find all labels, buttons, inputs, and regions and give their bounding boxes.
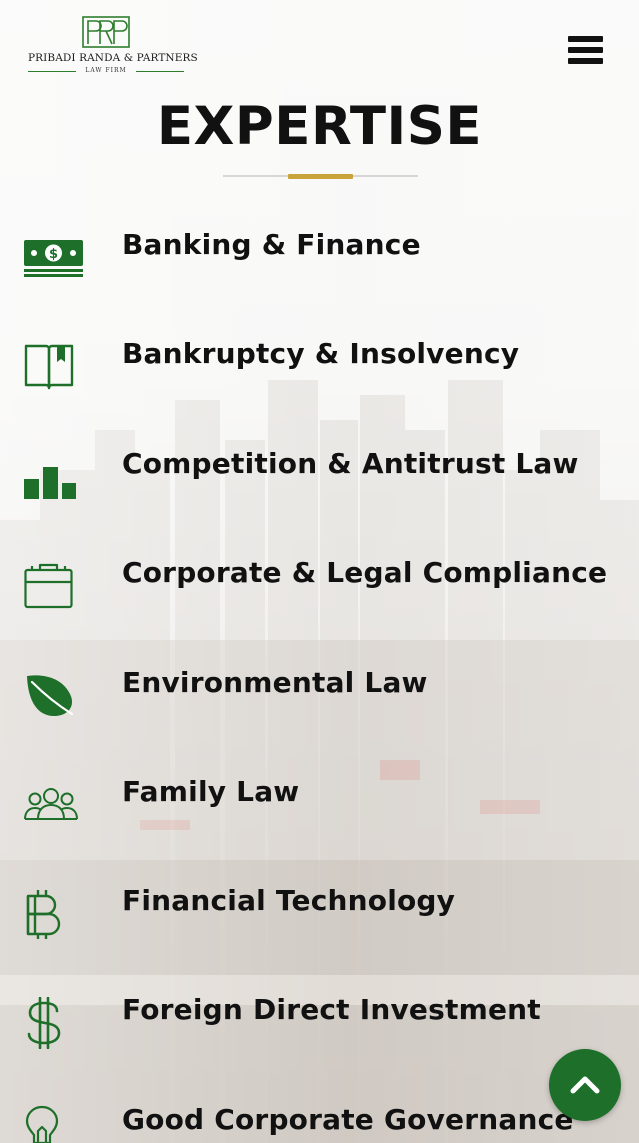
svg-text:$: $ bbox=[49, 247, 58, 262]
expertise-item-family[interactable]: Family Law bbox=[0, 775, 639, 855]
expertise-label: Banking & Finance bbox=[122, 228, 421, 261]
expertise-label: Good Corporate Governance bbox=[122, 1103, 574, 1136]
expertise-label: Family Law bbox=[122, 775, 300, 808]
expertise-label: Bankruptcy & Insolvency bbox=[122, 337, 520, 370]
title-accent-bar bbox=[288, 174, 353, 179]
expertise-item-fintech[interactable]: Financial Technology bbox=[0, 884, 639, 964]
book-icon bbox=[24, 344, 74, 390]
brand-logo[interactable]: PRIBADI RANDA & PARTNERS LAW FIRM bbox=[28, 16, 198, 78]
hamburger-menu-icon[interactable] bbox=[568, 36, 603, 66]
expertise-label: Financial Technology bbox=[122, 884, 456, 917]
dollar-icon bbox=[27, 997, 61, 1049]
expertise-label: Competition & Antitrust Law bbox=[122, 447, 579, 480]
expertise-item-corporate[interactable]: Corporate & Legal Compliance bbox=[0, 556, 639, 636]
brand-name: PRIBADI RANDA & PARTNERS bbox=[28, 52, 198, 64]
brand-subtitle: LAW FIRM bbox=[85, 67, 127, 74]
expertise-item-environmental[interactable]: Environmental Law bbox=[0, 666, 639, 746]
money-bill-icon: $ bbox=[24, 240, 83, 277]
family-icon bbox=[24, 788, 78, 820]
expertise-item-fdi[interactable]: Foreign Direct Investment bbox=[0, 993, 639, 1073]
bitcoin-icon bbox=[26, 890, 61, 939]
expertise-label: Corporate & Legal Compliance bbox=[122, 556, 608, 589]
section-title: EXPERTISE bbox=[156, 96, 483, 157]
expertise-item-competition[interactable]: Competition & Antitrust Law bbox=[0, 447, 639, 527]
briefcase-icon bbox=[24, 563, 73, 609]
leaf-icon bbox=[27, 675, 74, 716]
chevron-up-icon bbox=[570, 1076, 600, 1094]
monogram-icon bbox=[82, 16, 130, 48]
expertise-item-banking[interactable]: $ Banking & Finance bbox=[0, 228, 639, 308]
scroll-to-top-button[interactable] bbox=[549, 1049, 621, 1121]
expertise-label: Environmental Law bbox=[122, 666, 428, 699]
expertise-item-governance[interactable]: Good Corporate Governance bbox=[0, 1103, 639, 1143]
site-header: PRIBADI RANDA & PARTNERS LAW FIRM bbox=[0, 0, 639, 100]
lightbulb-icon bbox=[25, 1105, 59, 1143]
podium-chart-icon bbox=[24, 467, 76, 499]
expertise-item-bankruptcy[interactable]: Bankruptcy & Insolvency bbox=[0, 337, 639, 417]
expertise-label: Foreign Direct Investment bbox=[122, 993, 541, 1026]
